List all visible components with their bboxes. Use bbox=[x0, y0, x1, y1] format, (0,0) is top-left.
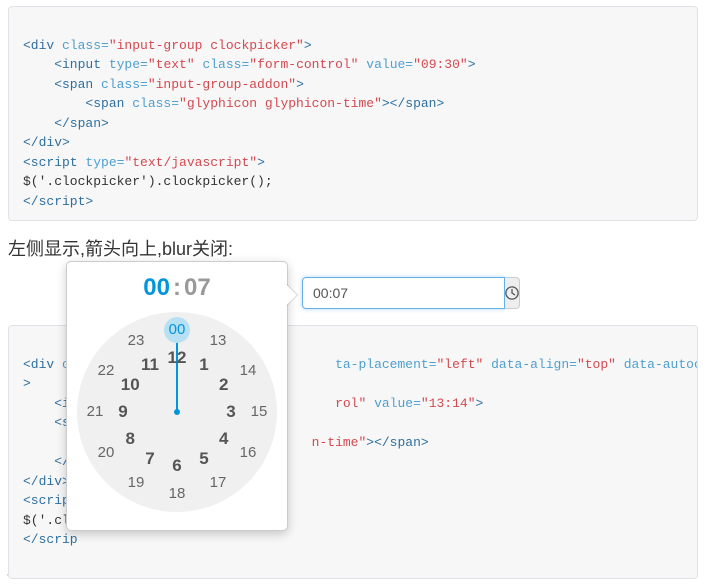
section-heading: 左侧显示,箭头向上,blur关闭: bbox=[8, 235, 698, 261]
clock-icon bbox=[505, 286, 519, 300]
clock-tick-10[interactable]: 10 bbox=[117, 372, 143, 398]
clock-tick-13[interactable]: 13 bbox=[205, 328, 231, 354]
time-input-group bbox=[302, 277, 402, 309]
clock-tick-7[interactable]: 7 bbox=[137, 446, 163, 472]
clock-tick-6[interactable]: 6 bbox=[164, 453, 190, 479]
clockpicker-popover[interactable]: 00:07 1314151617181920212223001234567891… bbox=[66, 261, 288, 531]
clock-tick-2[interactable]: 2 bbox=[211, 372, 237, 398]
clock-tick-19[interactable]: 19 bbox=[123, 470, 149, 496]
clock-minutes[interactable]: 07 bbox=[184, 274, 211, 301]
popover-arrow bbox=[287, 284, 298, 306]
clock-tick-3[interactable]: 3 bbox=[218, 399, 244, 425]
clock-tick-4[interactable]: 4 bbox=[211, 426, 237, 452]
clock-tick-1[interactable]: 1 bbox=[191, 352, 217, 378]
clock-tick-16[interactable]: 16 bbox=[235, 440, 261, 466]
clock-tick-17[interactable]: 17 bbox=[205, 470, 231, 496]
clock-title: 00:07 bbox=[67, 262, 287, 312]
time-input-addon[interactable] bbox=[505, 277, 520, 309]
clock-tick-14[interactable]: 14 bbox=[235, 358, 261, 384]
clock-tick-9[interactable]: 9 bbox=[110, 399, 136, 425]
clock-tick-21[interactable]: 21 bbox=[82, 399, 108, 425]
clock-hours[interactable]: 00 bbox=[143, 274, 170, 301]
clock-tick-11[interactable]: 11 bbox=[137, 352, 163, 378]
clock-tick-12[interactable]: 12 bbox=[164, 345, 190, 371]
clock-demo-area: 00:07 1314151617181920212223001234567891… bbox=[0, 271, 706, 539]
clock-tick-15[interactable]: 15 bbox=[246, 399, 272, 425]
clock-tick-23[interactable]: 23 bbox=[123, 328, 149, 354]
clock-plate[interactable]: 131415161718192021222300123456789101112 bbox=[77, 312, 277, 512]
clock-tick-18[interactable]: 18 bbox=[164, 481, 190, 507]
clock-tick-8[interactable]: 8 bbox=[117, 426, 143, 452]
clock-tick-20[interactable]: 20 bbox=[93, 440, 119, 466]
clock-tick-22[interactable]: 22 bbox=[93, 358, 119, 384]
time-input[interactable] bbox=[302, 277, 505, 309]
clock-tick-5[interactable]: 5 bbox=[191, 446, 217, 472]
clock-center bbox=[174, 409, 180, 415]
code-block-1: <div class="input-group clockpicker"> <i… bbox=[8, 6, 698, 221]
clock-tick-00[interactable]: 00 bbox=[164, 317, 190, 343]
